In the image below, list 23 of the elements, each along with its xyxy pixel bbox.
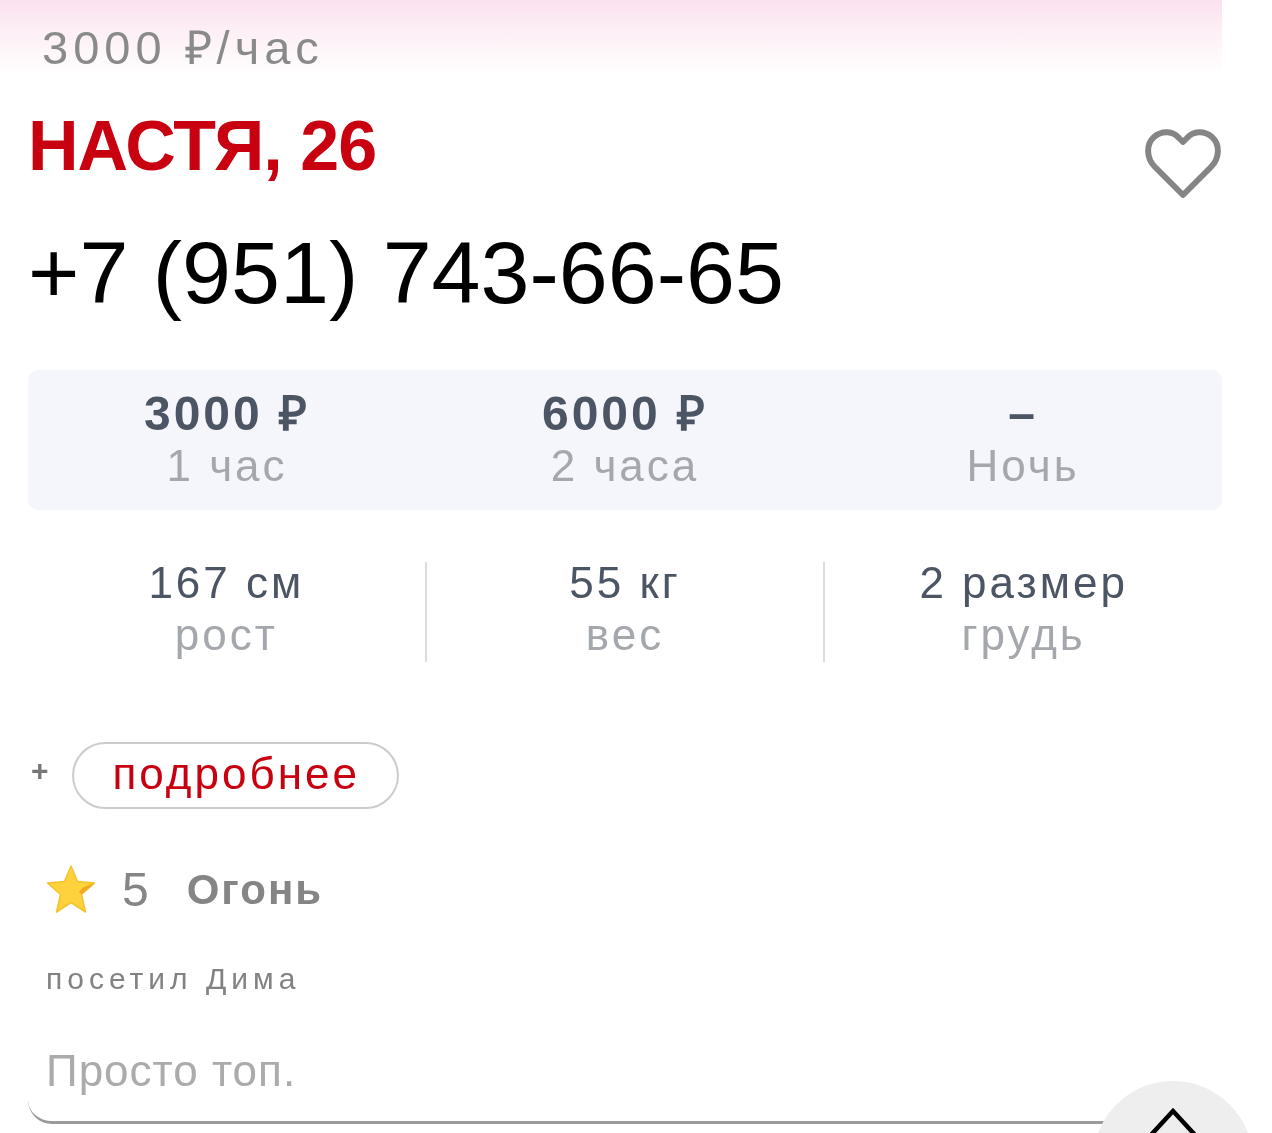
profile-name: НАСТЯ, 26 (28, 111, 377, 181)
price-label: Ночь (966, 440, 1080, 492)
price-label: 1 час (166, 440, 288, 492)
review-text: Просто топ. (46, 1049, 298, 1093)
price-label: 2 часа (550, 440, 700, 492)
review-title: Огонь (186, 868, 324, 911)
stat-label: рост (174, 609, 278, 661)
review-author: посетил Дима (46, 964, 302, 994)
price-value: 3000 ₽ (143, 388, 311, 440)
plus-icon: + (31, 755, 49, 786)
star-icon (46, 865, 96, 914)
rating-value: 5 (122, 865, 149, 914)
chevron-up-icon (1147, 1107, 1199, 1133)
stat-label: грудь (961, 609, 1086, 661)
price-value: 6000 ₽ (541, 388, 709, 440)
price-value: – (1008, 388, 1038, 440)
heart-icon[interactable] (1144, 128, 1222, 200)
stat-label: вес (585, 609, 665, 661)
stat-value: 2 размер (919, 557, 1128, 609)
stat-value: 167 см (148, 557, 305, 609)
stat-value: 55 кг (569, 557, 681, 609)
price-per-hour: 3000 ₽/час (42, 24, 324, 71)
details-button[interactable]: подробнее (71, 742, 399, 809)
